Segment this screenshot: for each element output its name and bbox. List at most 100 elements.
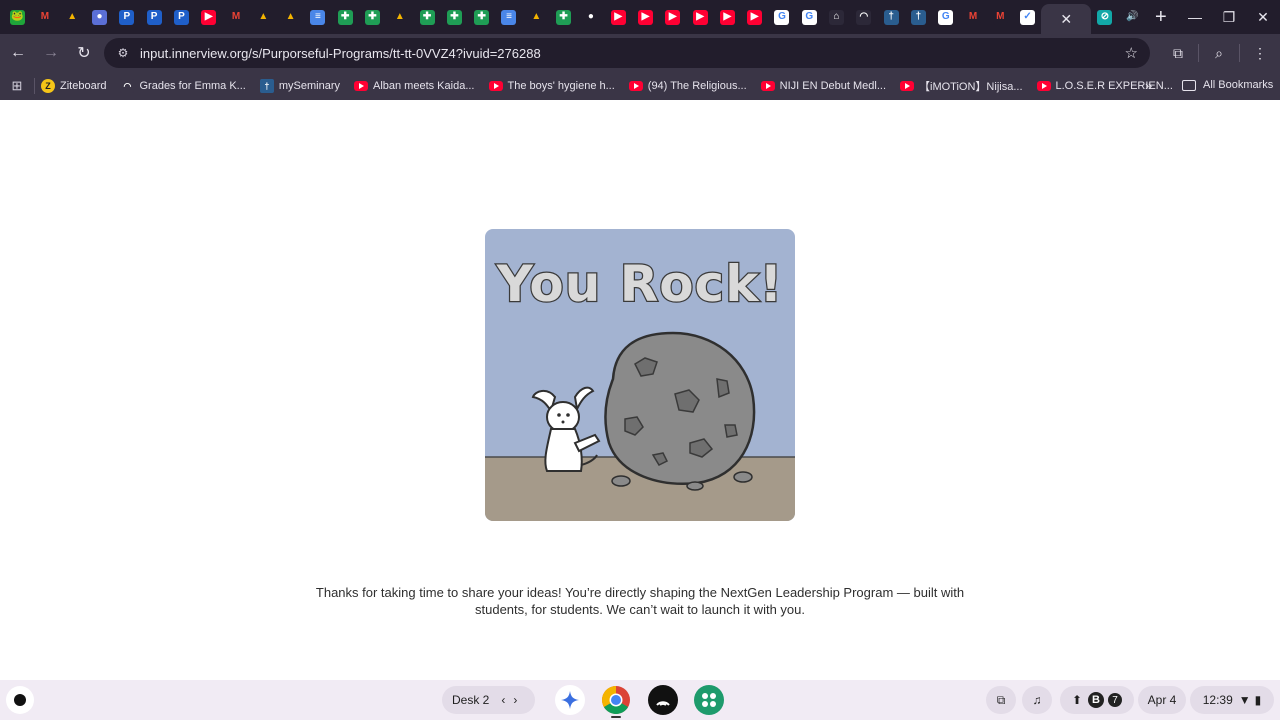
browser-tab[interactable]: † bbox=[878, 0, 905, 34]
site-info-icon[interactable]: ⚙ bbox=[110, 46, 136, 60]
browser-tab[interactable]: M bbox=[222, 0, 249, 34]
classroom-apps-icon[interactable] bbox=[694, 685, 724, 715]
notification-badge: 7 bbox=[1108, 693, 1123, 707]
desk-switcher[interactable]: Desk 2 ‹› bbox=[442, 686, 536, 714]
youtube-icon: ▶ bbox=[201, 9, 217, 25]
browser-tab[interactable]: ▶ bbox=[659, 0, 686, 34]
bookmark-item[interactable]: 【iMOTiON】Nijisa... bbox=[900, 78, 1023, 94]
bookmark-list: Z Ziteboard ◠ Grades for Emma K... † mySemina… bbox=[41, 78, 1187, 94]
restore-icon[interactable]: ❐ bbox=[1212, 9, 1246, 26]
browser-tab[interactable]: ⌂ bbox=[823, 0, 850, 34]
bookmark-item[interactable]: † mySeminary bbox=[259, 79, 340, 93]
browser-tab[interactable]: ≡ bbox=[495, 0, 522, 34]
menu-icon[interactable]: ⋮ bbox=[1240, 45, 1280, 62]
browser-tab[interactable]: ▶ bbox=[741, 0, 768, 34]
more-bookmarks-icon[interactable]: » bbox=[1145, 78, 1152, 93]
active-tab[interactable]: ✕ bbox=[1041, 4, 1092, 34]
browser-tab[interactable]: ◠ bbox=[850, 0, 877, 34]
browser-tab[interactable]: 🐸 bbox=[4, 0, 31, 34]
bookmark-star-icon[interactable]: ☆ bbox=[1125, 44, 1138, 62]
date-tray[interactable]: Apr 4 bbox=[1138, 686, 1186, 714]
folder-icon bbox=[1182, 79, 1196, 91]
new-tab-button[interactable]: + bbox=[1146, 0, 1176, 34]
browser-tab[interactable]: ▲ bbox=[277, 0, 304, 34]
close-window-icon[interactable]: ✕ bbox=[1246, 9, 1280, 26]
bookmark-label: mySeminary bbox=[278, 80, 340, 92]
browser-tab[interactable]: M bbox=[987, 0, 1014, 34]
desk-arrows-icon[interactable]: ‹› bbox=[501, 693, 525, 707]
chrome-icon[interactable] bbox=[601, 685, 631, 715]
browser-tab[interactable]: P bbox=[140, 0, 167, 34]
all-bookmarks-button[interactable]: All Bookmarks bbox=[1182, 79, 1273, 91]
browser-tab[interactable]: G bbox=[932, 0, 959, 34]
browser-tab[interactable]: ▲ bbox=[250, 0, 277, 34]
bookmark-item[interactable]: Z Ziteboard bbox=[41, 79, 106, 93]
red-app-icon: ● bbox=[583, 9, 599, 25]
podcast-app-icon[interactable] bbox=[648, 685, 678, 715]
dark-app-icon: ⌂ bbox=[829, 9, 845, 25]
date-label: Apr 4 bbox=[1147, 693, 1177, 707]
bookmark-item[interactable]: ◠ Grades for Emma K... bbox=[120, 79, 246, 93]
browser-tab[interactable]: ✚ bbox=[332, 0, 359, 34]
gemini-icon[interactable] bbox=[555, 685, 585, 715]
reload-button[interactable]: ↻ bbox=[69, 38, 99, 68]
you-rock-illustration: You Rock! bbox=[485, 229, 795, 521]
browser-tab[interactable]: M bbox=[959, 0, 986, 34]
page-content: You Rock! Thanks for taking time to shar… bbox=[0, 100, 1280, 680]
browser-tab[interactable]: P bbox=[168, 0, 195, 34]
browser-tab[interactable]: ▲ bbox=[59, 0, 86, 34]
browser-tab[interactable]: ▲ bbox=[386, 0, 413, 34]
browser-tab[interactable]: ● bbox=[577, 0, 604, 34]
browser-tab[interactable]: ✓ bbox=[1014, 0, 1041, 34]
close-tab-icon[interactable]: ✕ bbox=[1060, 11, 1072, 28]
browser-tab[interactable]: ▶ bbox=[686, 0, 713, 34]
browser-tab[interactable]: ≡ bbox=[304, 0, 331, 34]
bookmark-item[interactable]: L.O.S.E.R EXPERIEN... bbox=[1036, 80, 1173, 92]
address-bar[interactable]: ⚙ input.innerview.org/s/Purporseful-Prog… bbox=[104, 38, 1150, 68]
youtube-icon bbox=[353, 81, 368, 91]
browser-tab[interactable]: G bbox=[796, 0, 823, 34]
drive-icon: ▲ bbox=[255, 9, 271, 25]
browser-tab[interactable]: ✚ bbox=[468, 0, 495, 34]
ziteboard-icon: Z bbox=[41, 79, 55, 93]
url-text[interactable]: input.innerview.org/s/Purporseful-Progra… bbox=[140, 46, 541, 61]
toolbar-actions: ⧉ ⌕ ⋮ bbox=[1158, 34, 1280, 72]
browser-tab[interactable]: ▶ bbox=[714, 0, 741, 34]
sheets-icon: ✚ bbox=[446, 9, 462, 25]
forward-button[interactable]: → bbox=[36, 38, 66, 68]
tab-search-icon[interactable]: ⌕ bbox=[1199, 45, 1239, 62]
browser-tab[interactable]: M bbox=[31, 0, 58, 34]
browser-tab[interactable]: ▶ bbox=[605, 0, 632, 34]
youtube-icon: ▶ bbox=[692, 9, 708, 25]
browser-tab[interactable]: ▶ bbox=[632, 0, 659, 34]
extensions-icon[interactable]: ⧉ bbox=[1158, 45, 1198, 62]
system-tray[interactable]: 12:39 ▼ ▮ bbox=[1190, 686, 1274, 714]
bookmark-item[interactable]: (94) The Religious... bbox=[628, 80, 747, 92]
media-controls-icon[interactable]: ♫ bbox=[1022, 686, 1052, 714]
browser-tab[interactable]: P bbox=[113, 0, 140, 34]
browser-tab[interactable]: † bbox=[905, 0, 932, 34]
browser-tab[interactable]: 🔊 bbox=[1119, 0, 1146, 34]
holding-space-icon[interactable]: ⧉ bbox=[986, 686, 1016, 714]
bookmark-item[interactable]: NIJI EN Debut Medl... bbox=[760, 80, 886, 92]
bookmark-item[interactable]: Alban meets Kaida... bbox=[353, 80, 475, 92]
browser-tab[interactable]: ● bbox=[86, 0, 113, 34]
message-line-1: Thanks for taking time to share your ide… bbox=[315, 585, 965, 600]
status-tray[interactable]: ⬆ B 7 bbox=[1060, 686, 1134, 714]
google-icon: G bbox=[938, 9, 954, 25]
minimize-icon[interactable]: — bbox=[1178, 9, 1212, 25]
browser-tab[interactable]: ✚ bbox=[413, 0, 440, 34]
browser-tab[interactable]: ⊘ bbox=[1091, 0, 1118, 34]
browser-tab[interactable]: ✚ bbox=[359, 0, 386, 34]
apps-grid-icon[interactable]: ⊞ bbox=[0, 78, 34, 94]
bookmark-item[interactable]: The boys' hygiene h... bbox=[488, 80, 615, 92]
launcher-button[interactable] bbox=[6, 686, 34, 714]
back-button[interactable]: ← bbox=[3, 38, 33, 68]
youtube-icon bbox=[900, 81, 915, 91]
chrome-active-indicator bbox=[611, 716, 621, 718]
browser-tab[interactable]: G bbox=[768, 0, 795, 34]
browser-tab[interactable]: ✚ bbox=[550, 0, 577, 34]
browser-tab[interactable]: ▶ bbox=[195, 0, 222, 34]
browser-tab[interactable]: ▲ bbox=[523, 0, 550, 34]
browser-tab[interactable]: ✚ bbox=[441, 0, 468, 34]
